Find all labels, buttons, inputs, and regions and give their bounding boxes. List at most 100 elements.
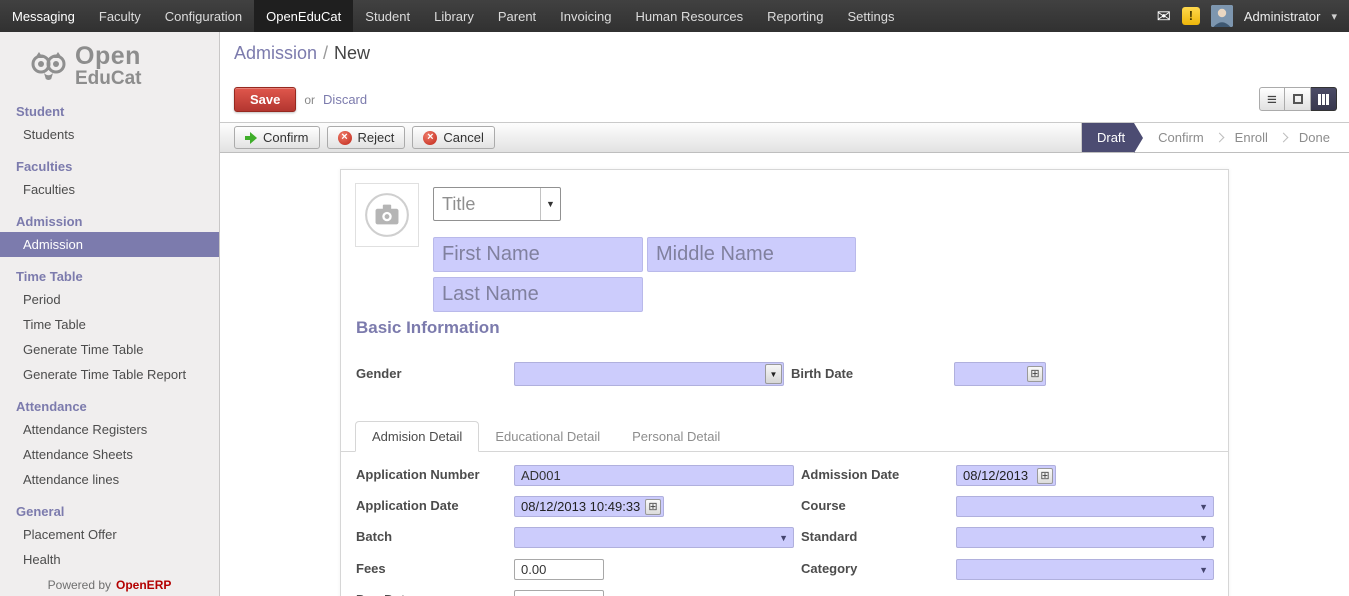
title-select[interactable]: Title ▼	[433, 187, 561, 221]
status-step-enroll[interactable]: Enroll	[1220, 123, 1283, 152]
fees-input[interactable]	[514, 559, 604, 580]
reject-cross-icon: ×	[338, 131, 352, 145]
sidebar-section-title: General	[0, 501, 219, 522]
sidebar-item-generate-time-table-report[interactable]: Generate Time Table Report	[0, 362, 219, 387]
topbar: Messaging Faculty Configuration OpenEduC…	[0, 0, 1349, 32]
topbar-menu-reporting[interactable]: Reporting	[755, 0, 835, 32]
sidebar-section-title: Time Table	[0, 266, 219, 287]
openerp-brand-link[interactable]: OpenERP	[116, 578, 171, 592]
admission-date-input[interactable]: 08/12/2013 ⊞	[956, 465, 1056, 486]
admission-date-calendar-icon[interactable]: ⊞	[1037, 468, 1053, 484]
category-label: Category	[801, 561, 857, 576]
topbar-menu-messaging[interactable]: Messaging	[0, 0, 87, 32]
course-select-arrow-icon: ▼	[1199, 502, 1208, 512]
topbar-menu-configuration[interactable]: Configuration	[153, 0, 254, 32]
reject-button-label: Reject	[358, 130, 395, 145]
sidebar-item-attendance-sheets[interactable]: Attendance Sheets	[0, 442, 219, 467]
warning-badge-icon[interactable]: !	[1182, 7, 1200, 25]
sidebar-item-attendance-lines[interactable]: Attendance lines	[0, 467, 219, 492]
topbar-right: ✉ ! Administrator ▾	[1157, 0, 1349, 32]
batch-select[interactable]: ▼	[514, 527, 794, 548]
student-photo-placeholder[interactable]	[355, 183, 419, 247]
sidebar-item-placement-offer[interactable]: Placement Offer	[0, 522, 219, 547]
sidebar-section-time-table: Time Table Period Time Table Generate Ti…	[0, 266, 219, 387]
record-actions: Save or Discard	[234, 87, 367, 112]
status-step-confirm[interactable]: Confirm	[1143, 123, 1219, 152]
sidebar-item-admission[interactable]: Admission	[0, 232, 219, 257]
form-view-button[interactable]	[1285, 87, 1311, 111]
tab-educational-detail[interactable]: Educational Detail	[479, 422, 616, 451]
middle-name-input[interactable]	[647, 237, 856, 272]
first-name-input[interactable]	[433, 237, 643, 272]
sidebar: Open EduCat Student Students Faculties F…	[0, 32, 220, 596]
topbar-menu-openeducat[interactable]: OpenEduCat	[254, 0, 353, 32]
sidebar-section-student: Student Students	[0, 101, 219, 147]
form-toolbar: Confirm × Reject × Cancel Draft Confirm …	[220, 122, 1349, 153]
sidebar-section-title: Attendance	[0, 396, 219, 417]
user-menu-caret-icon[interactable]: ▾	[1331, 10, 1337, 23]
standard-select[interactable]: ▼	[956, 527, 1214, 548]
basic-information-heading: Basic Information	[356, 318, 500, 338]
owl-logo-icon	[30, 51, 68, 81]
topbar-menu-faculty[interactable]: Faculty	[87, 0, 153, 32]
logo-line2: EduCat	[75, 69, 142, 88]
last-name-input[interactable]	[433, 277, 643, 312]
birth-date-input[interactable]: ⊞	[954, 362, 1046, 386]
sidebar-item-attendance-registers[interactable]: Attendance Registers	[0, 417, 219, 442]
topbar-menu-invoicing[interactable]: Invoicing	[548, 0, 623, 32]
form-view-icon	[1293, 94, 1303, 104]
active-step-arrow-icon	[1134, 123, 1143, 153]
application-date-calendar-icon[interactable]: ⊞	[645, 499, 661, 515]
sidebar-item-generate-time-table[interactable]: Generate Time Table	[0, 337, 219, 362]
due-date-input[interactable]	[514, 590, 604, 596]
tab-admision-detail[interactable]: Admision Detail	[355, 421, 479, 452]
gender-select-arrow-icon: ▼	[765, 364, 782, 384]
kanban-view-icon	[1318, 94, 1329, 105]
topbar-menu-library[interactable]: Library	[422, 0, 486, 32]
sidebar-item-students[interactable]: Students	[0, 122, 219, 147]
topbar-menu-human-resources[interactable]: Human Resources	[623, 0, 755, 32]
confirm-button[interactable]: Confirm	[234, 126, 320, 149]
user-avatar[interactable]	[1211, 5, 1233, 27]
due-date-label: Due Date	[356, 592, 412, 596]
reject-button[interactable]: × Reject	[327, 126, 406, 149]
view-switcher: ≡	[1259, 87, 1337, 111]
sidebar-item-period[interactable]: Period	[0, 287, 219, 312]
cancel-button[interactable]: × Cancel	[412, 126, 494, 149]
confirm-button-label: Confirm	[263, 130, 309, 145]
course-select[interactable]: ▼	[956, 496, 1214, 517]
sidebar-item-health[interactable]: Health	[0, 547, 219, 572]
application-date-input[interactable]: 08/12/2013 10:49:33 ⊞	[514, 496, 664, 517]
kanban-view-button[interactable]	[1311, 87, 1337, 111]
gender-select[interactable]: ▼	[514, 362, 784, 386]
main-content: Admission/New Save or Discard ≡ Confirm …	[220, 32, 1349, 596]
detail-tabs: Admision Detail Educational Detail Perso…	[341, 422, 1228, 452]
save-button[interactable]: Save	[234, 87, 296, 112]
breadcrumb-parent-link[interactable]: Admission	[234, 43, 317, 63]
status-step-draft[interactable]: Draft	[1082, 123, 1134, 152]
admission-date-label: Admission Date	[801, 467, 899, 482]
avatar-image	[1211, 5, 1233, 27]
title-select-value: Title	[434, 188, 540, 220]
topbar-menu-parent[interactable]: Parent	[486, 0, 548, 32]
workflow-statusbar: Draft Confirm Enroll Done	[1081, 123, 1349, 152]
fees-label: Fees	[356, 561, 386, 576]
standard-select-arrow-icon: ▼	[1199, 533, 1208, 543]
user-menu[interactable]: Administrator	[1244, 9, 1321, 24]
sidebar-section-admission: Admission Admission	[0, 211, 219, 257]
application-number-input[interactable]	[514, 465, 794, 486]
messages-envelope-icon[interactable]: ✉	[1157, 8, 1171, 25]
list-view-button[interactable]: ≡	[1259, 87, 1285, 111]
tab-personal-detail[interactable]: Personal Detail	[616, 422, 736, 451]
sidebar-section-attendance: Attendance Attendance Registers Attendan…	[0, 396, 219, 492]
discard-link[interactable]: Discard	[323, 92, 367, 107]
sidebar-section-title: Faculties	[0, 156, 219, 177]
sidebar-item-faculties[interactable]: Faculties	[0, 177, 219, 202]
status-step-done[interactable]: Done	[1284, 123, 1345, 152]
birth-date-calendar-icon[interactable]: ⊞	[1027, 366, 1043, 382]
topbar-menu-settings[interactable]: Settings	[836, 0, 907, 32]
topbar-menu-student[interactable]: Student	[353, 0, 422, 32]
form-sheet: Title ▼ Basic Information Gender ▼ Birth…	[340, 169, 1229, 596]
sidebar-item-time-table[interactable]: Time Table	[0, 312, 219, 337]
category-select[interactable]: ▼	[956, 559, 1214, 580]
